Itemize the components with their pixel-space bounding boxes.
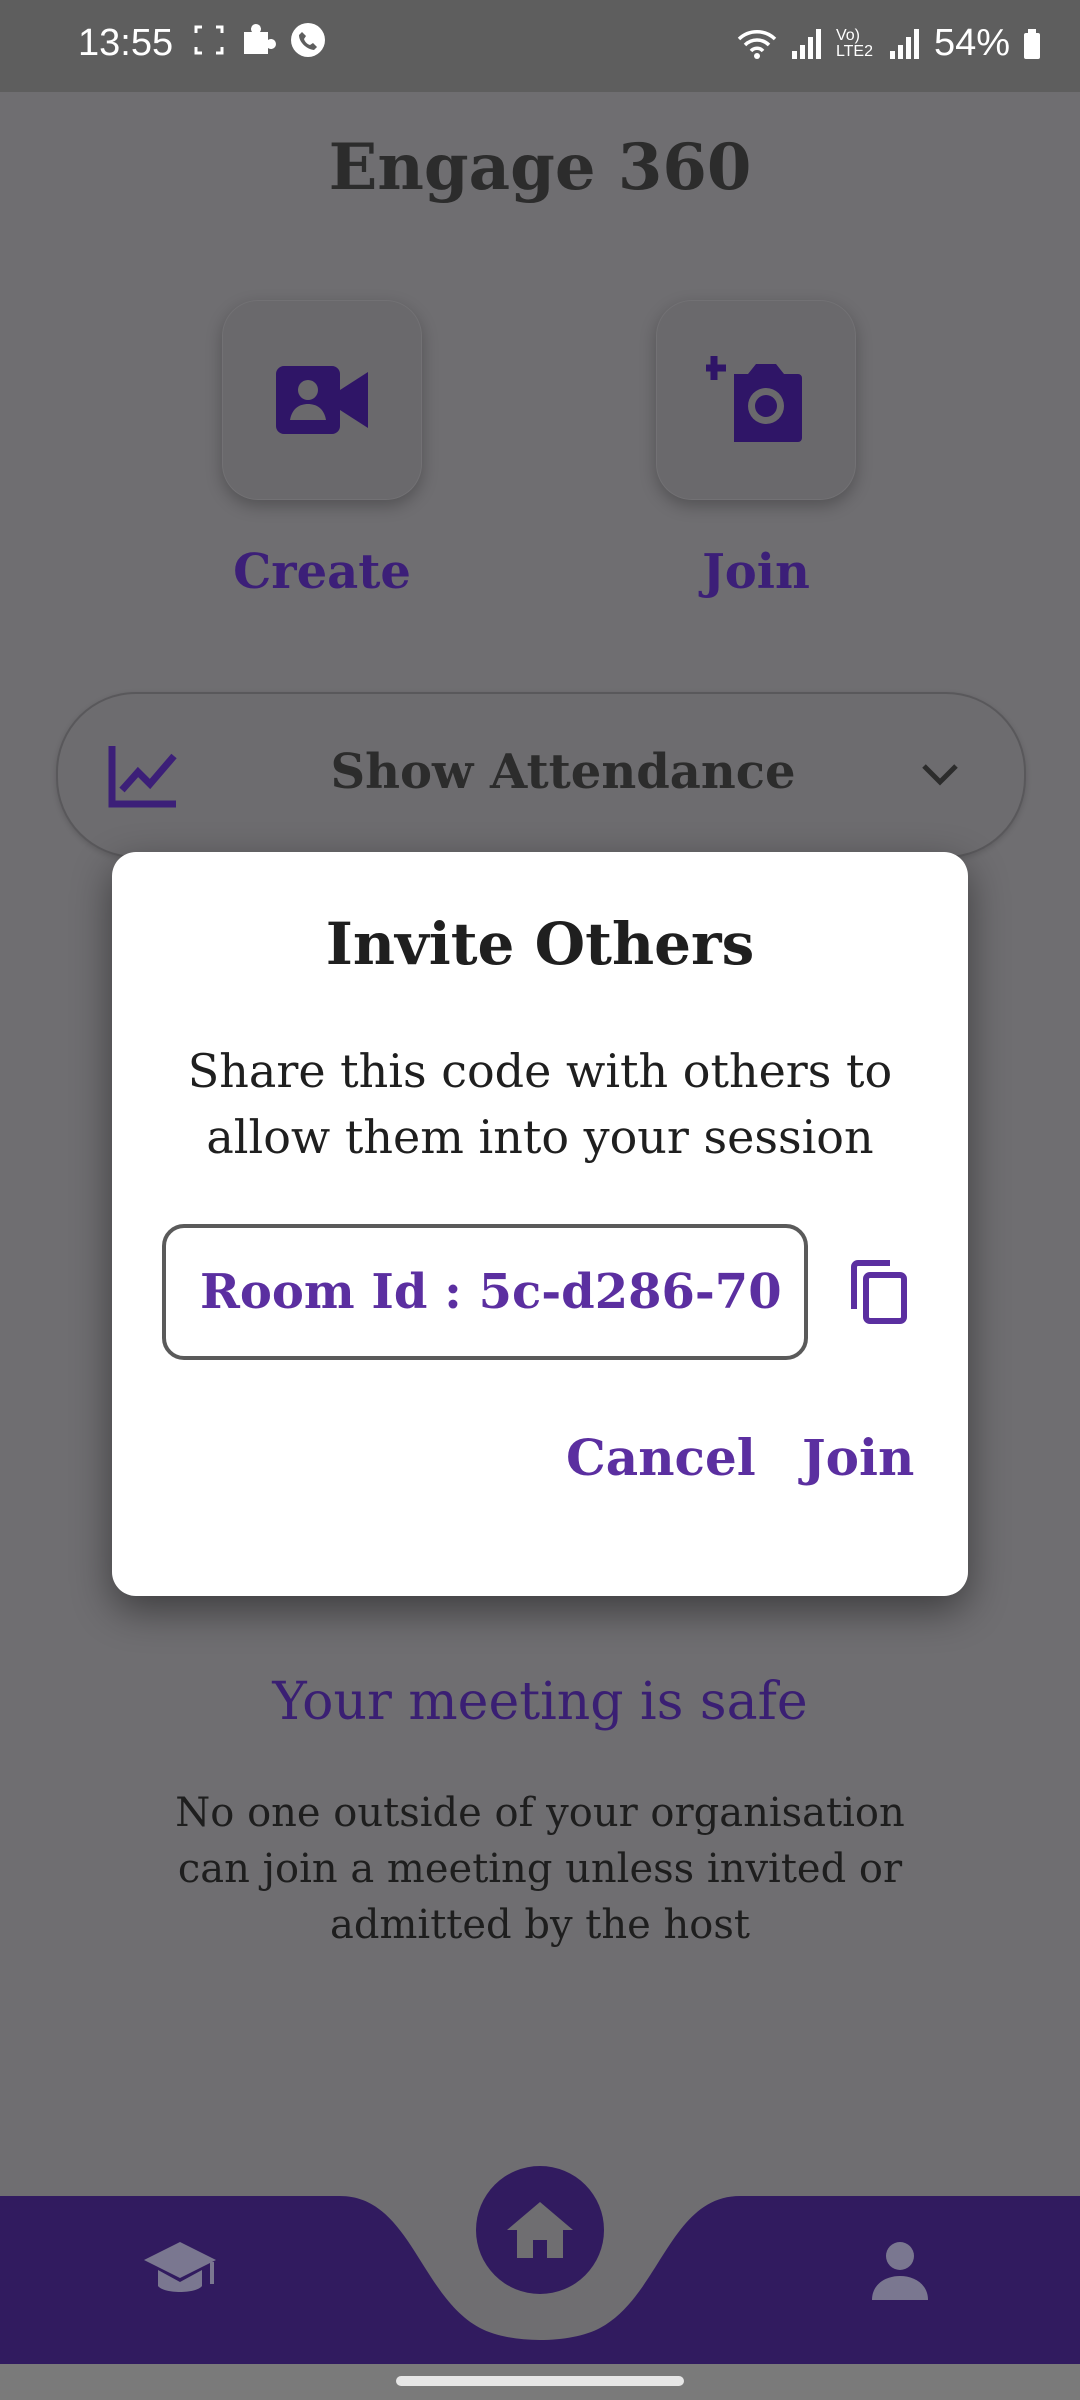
status-system-icons: Vo) LTE2 54% (736, 22, 1042, 65)
network-type: Vo) LTE2 (835, 26, 873, 60)
battery-percentage: 54% (933, 22, 1010, 64)
graduation-cap-icon (144, 2242, 216, 2292)
puzzle-icon (244, 24, 276, 54)
screen-record-icon (194, 25, 224, 55)
dialog-title: Invite Others (325, 910, 755, 978)
show-attendance-dropdown[interactable]: Show Attendance (56, 692, 1026, 858)
join-label: Join (702, 544, 810, 600)
safety-description: No one outside of your organisation can … (175, 1790, 905, 1948)
copy-room-id-button[interactable] (842, 1256, 912, 1328)
video-camera-icon (276, 366, 368, 434)
gesture-handle[interactable] (396, 2376, 684, 2386)
nav-home-button[interactable] (476, 2166, 604, 2294)
join-meeting-button[interactable] (656, 300, 856, 500)
signal-icon-2 (889, 28, 919, 59)
invite-dialog: Invite Others Share this code with other… (112, 852, 968, 1596)
cancel-button[interactable]: Cancel (566, 1428, 756, 1487)
app-title: Engage 360 (328, 130, 752, 205)
create-label: Create (233, 544, 411, 600)
chevron-down-icon (922, 764, 958, 786)
nav-profile-button[interactable] (860, 2230, 940, 2310)
battery-icon (1024, 28, 1040, 59)
status-bar: 13:55 Vo) LTE2 54% (0, 0, 1080, 92)
create-meeting-button[interactable] (222, 300, 422, 500)
status-notification-icons (192, 22, 326, 58)
safety-title: Your meeting is safe (272, 1672, 808, 1732)
add-camera-icon (706, 356, 802, 442)
phone-call-icon (291, 23, 325, 57)
dialog-message: Share this code with others to allow the… (187, 1044, 893, 1164)
room-id-field[interactable]: Room Id : 5c-d286-70 (162, 1224, 808, 1360)
wifi-icon (737, 29, 777, 59)
home-icon (507, 2202, 573, 2258)
dialog-join-button[interactable]: Join (802, 1428, 914, 1487)
attendance-label: Show Attendance (330, 744, 796, 800)
signal-icon (791, 28, 821, 59)
person-icon (872, 2242, 928, 2300)
nav-learn-button[interactable] (140, 2230, 220, 2310)
room-id-text: Room Id : 5c-d286-70 (200, 1264, 782, 1320)
status-time: 13:55 (78, 22, 174, 64)
copy-icon (851, 1260, 907, 1324)
